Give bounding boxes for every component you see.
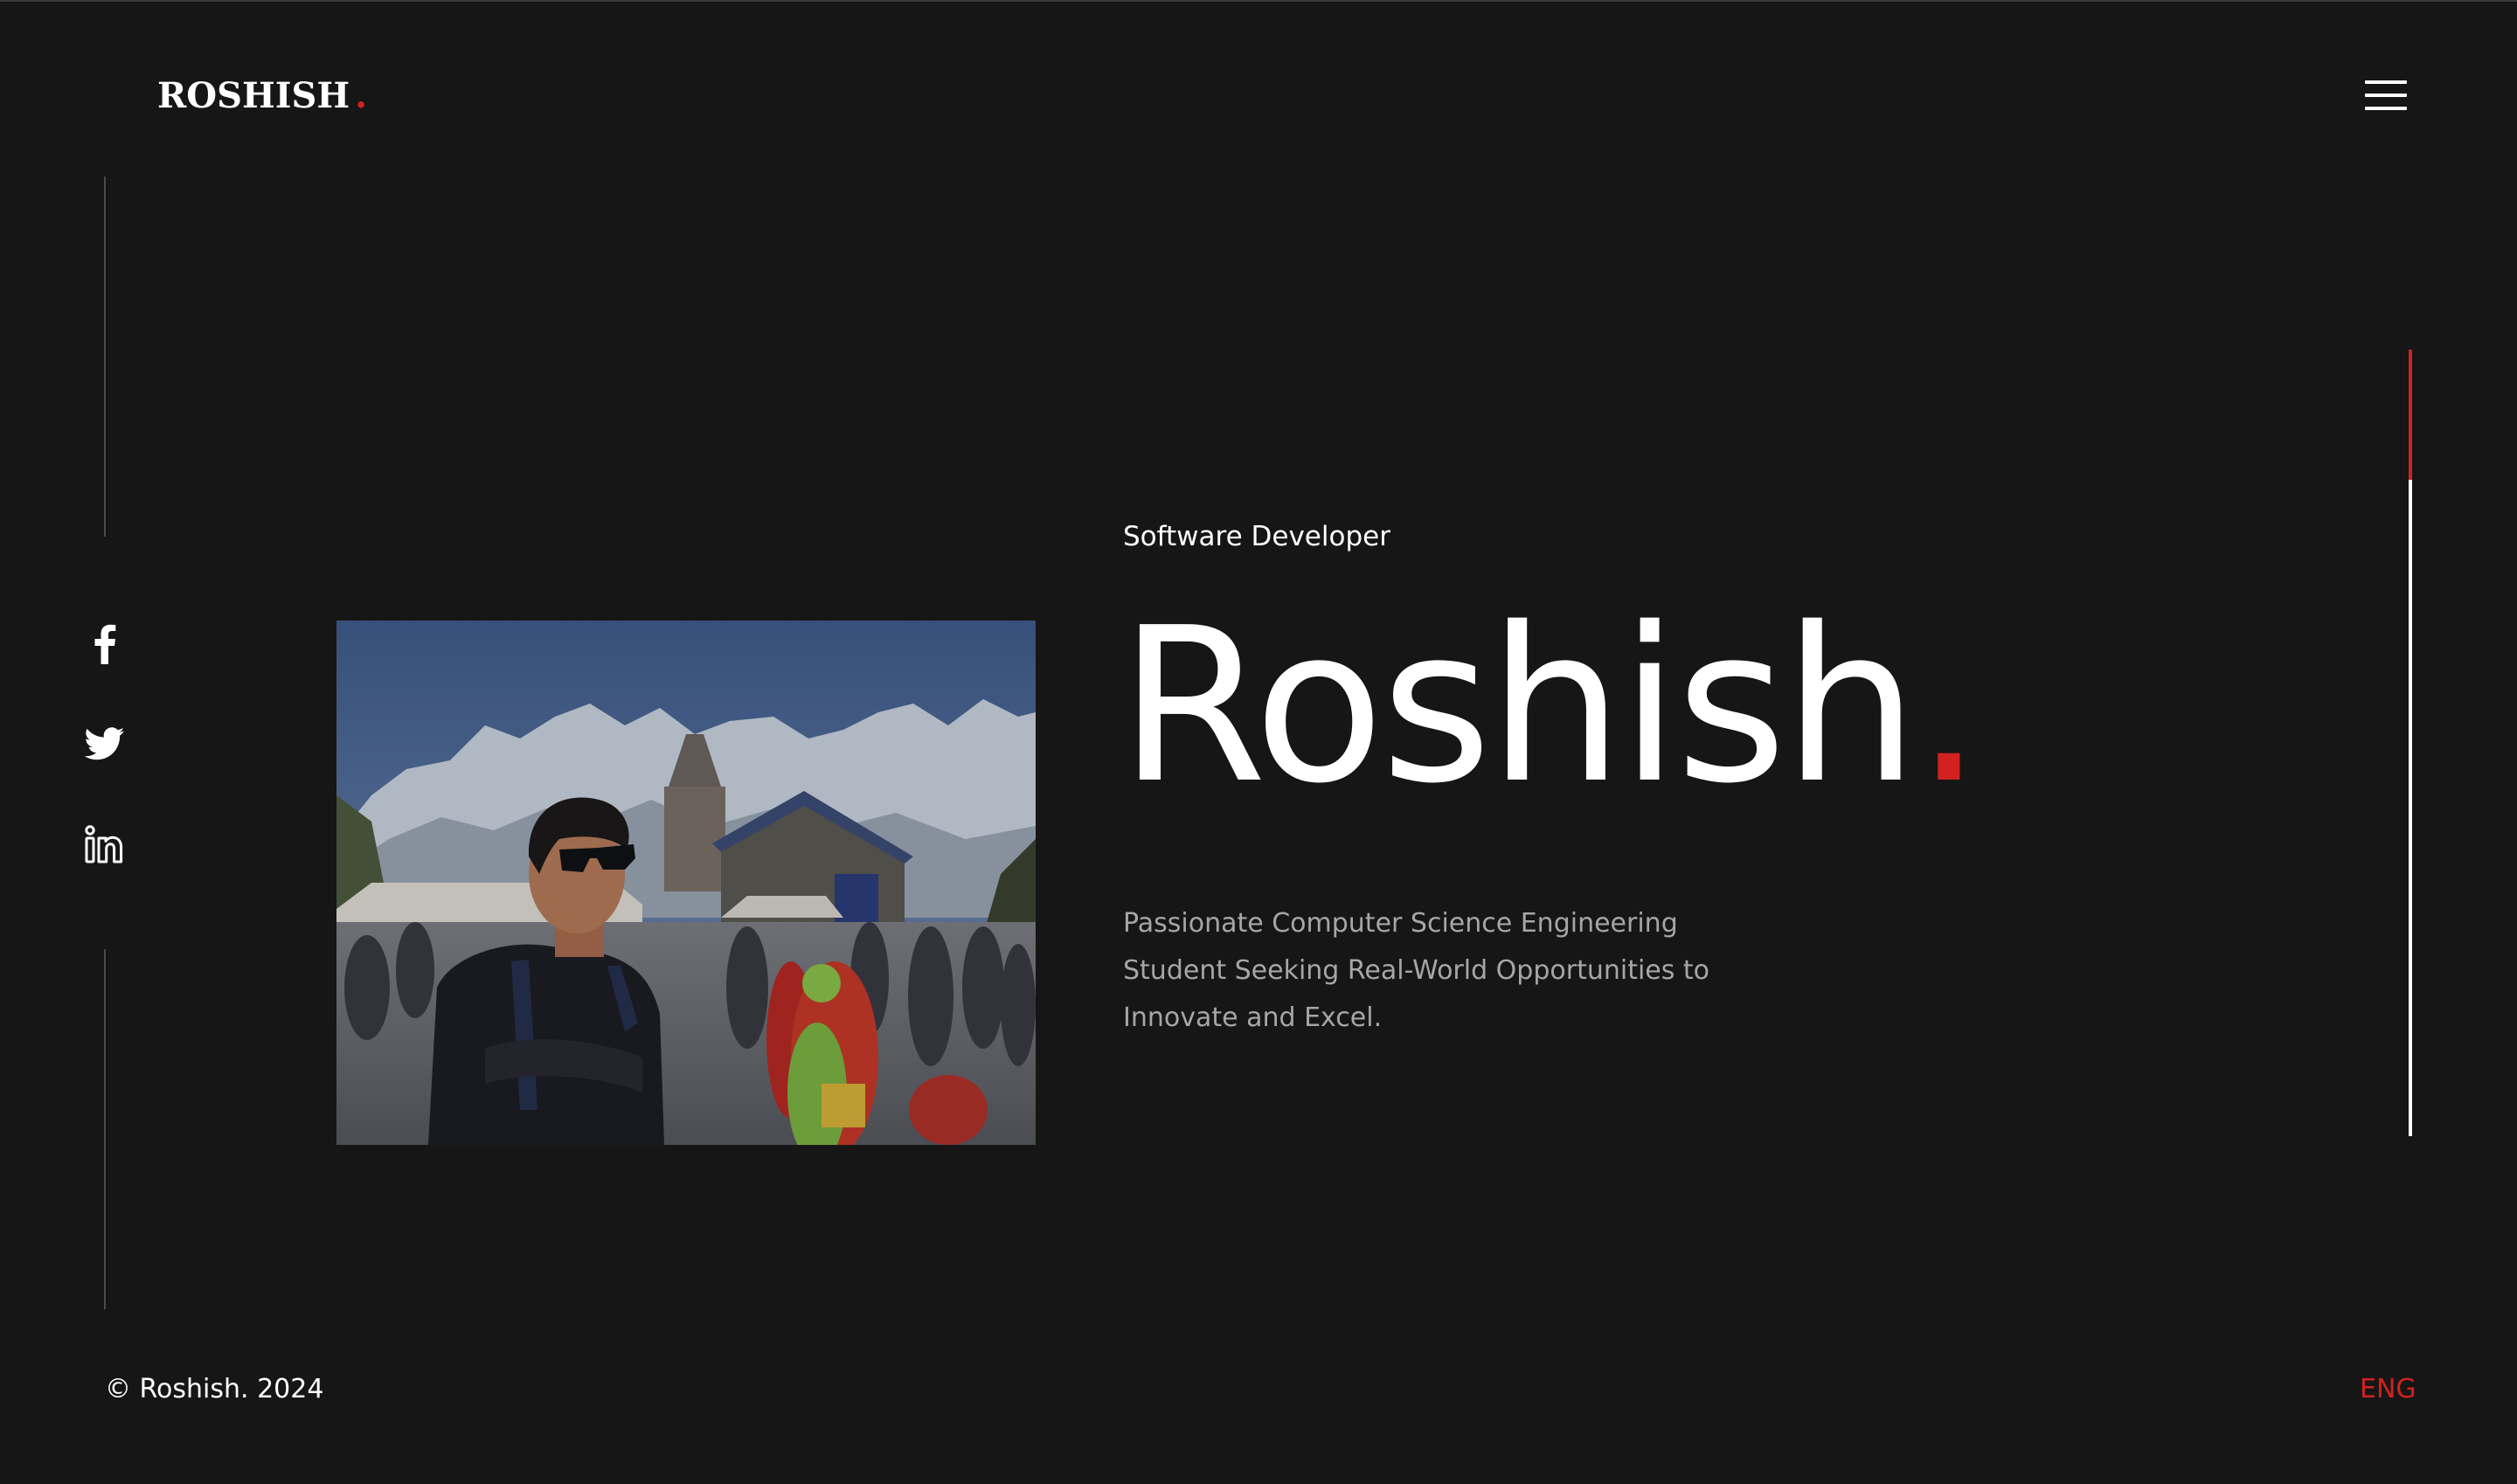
linkedin-icon[interactable] — [82, 822, 128, 867]
copyright-text: © Roshish. 2024 — [105, 1374, 324, 1404]
top-border — [0, 0, 2517, 2]
portrait-photo — [336, 621, 1036, 1145]
hero-name: Roshish. — [1119, 600, 1983, 813]
scroll-progress-bar — [2409, 350, 2412, 1136]
hero-name-text: Roshish — [1119, 582, 1918, 830]
facebook-icon[interactable] — [82, 621, 128, 666]
hero-subtitle: Software Developer — [1123, 521, 1390, 552]
sidebar-divider-top — [104, 177, 106, 537]
hero-name-dot: . — [1915, 582, 1983, 830]
logo-text: ROSHISH — [157, 75, 350, 116]
hamburger-menu-icon[interactable] — [2365, 80, 2409, 112]
scroll-progress-fill — [2409, 350, 2412, 480]
logo-dot: . — [355, 75, 368, 116]
sidebar-divider-bottom — [104, 949, 106, 1309]
twitter-icon[interactable] — [82, 721, 128, 766]
language-switcher[interactable]: ENG — [2360, 1374, 2416, 1404]
hero-tagline: Passionate Computer Science Engineering … — [1123, 908, 1710, 1033]
site-logo[interactable]: ROSHISH. — [157, 75, 367, 116]
